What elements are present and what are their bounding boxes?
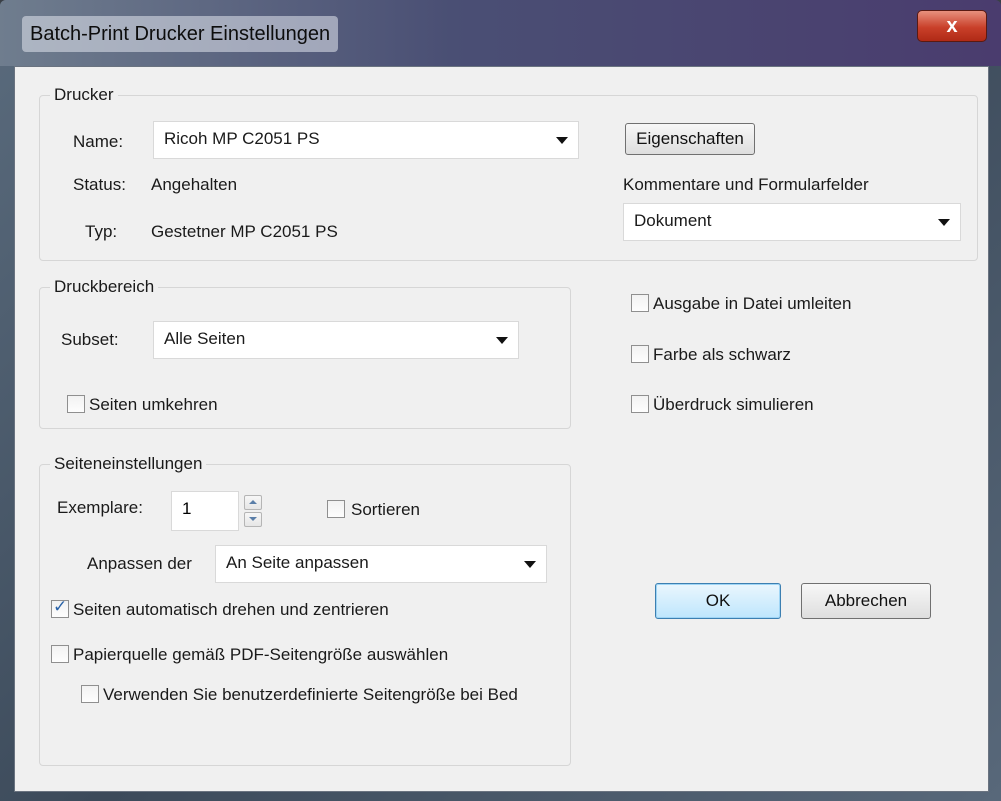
copies-input[interactable]: 1 (171, 491, 239, 531)
chevron-down-icon (938, 219, 950, 226)
auto-rotate-checkbox[interactable]: ✓ (51, 597, 69, 618)
printer-name-select[interactable]: Ricoh MP C2051 PS (153, 121, 579, 159)
redirect-to-file-checkbox[interactable] (631, 294, 649, 312)
reverse-pages-label[interactable]: Seiten umkehren (89, 392, 218, 418)
auto-rotate-label[interactable]: Seiten automatisch drehen und zentrieren (73, 597, 389, 623)
page-scaling-select[interactable]: An Seite anpassen (215, 545, 547, 583)
spin-up-icon (249, 500, 257, 504)
collate-checkbox[interactable] (327, 500, 345, 518)
comments-forms-select[interactable]: Dokument (623, 203, 961, 241)
page-scaling-value: An Seite anpassen (226, 553, 369, 572)
group-title-seiteneinstellungen: Seiteneinstellungen (50, 452, 207, 476)
close-icon: x (946, 15, 958, 37)
title-bar[interactable]: Batch-Print Drucker Einstellungen x (0, 0, 1001, 66)
chevron-down-icon (556, 137, 568, 144)
spin-down-icon (249, 517, 257, 521)
window-title: Batch-Print Drucker Einstellungen (22, 16, 339, 52)
printer-name-value: Ricoh MP C2051 PS (164, 129, 320, 148)
subset-label: Subset: (61, 330, 119, 349)
subset-value: Alle Seiten (164, 329, 246, 348)
group-title-druckbereich: Druckbereich (50, 275, 159, 299)
cancel-button[interactable]: Abbrechen (801, 583, 931, 619)
simulate-overprint-checkbox[interactable] (631, 395, 649, 413)
copies-label: Exemplare: (57, 498, 143, 517)
properties-button[interactable]: Eigenschaften (625, 123, 755, 155)
subset-select[interactable]: Alle Seiten (153, 321, 519, 359)
paper-source-checkbox[interactable] (51, 645, 69, 663)
copies-decrement-button[interactable] (244, 512, 262, 527)
comments-forms-label: Kommentare und Formularfelder (623, 175, 869, 194)
comments-forms-value: Dokument (634, 211, 712, 230)
collate-label[interactable]: Sortieren (351, 497, 420, 523)
group-title-drucker: Drucker (50, 83, 118, 107)
page-scaling-label: Anpassen der (87, 554, 192, 573)
paper-source-label[interactable]: Papierquelle gemäß PDF-Seitengröße auswä… (73, 642, 448, 668)
redirect-to-file-label[interactable]: Ausgabe in Datei umleiten (653, 291, 851, 317)
printer-type-value: Gestetner MP C2051 PS (151, 222, 338, 241)
close-button[interactable]: x (917, 10, 987, 42)
printer-name-label: Name: (73, 132, 124, 151)
custom-page-size-checkbox[interactable] (81, 685, 99, 703)
copies-increment-button[interactable] (244, 495, 262, 510)
ok-button[interactable]: OK (655, 583, 781, 619)
check-icon: ✓ (53, 597, 68, 616)
printer-status-label: Status: (73, 175, 126, 194)
color-as-black-label[interactable]: Farbe als schwarz (653, 342, 791, 368)
chevron-down-icon (496, 337, 508, 344)
custom-page-size-label[interactable]: Verwenden Sie benutzerdefinierte Seiteng… (103, 682, 518, 708)
printer-type-label: Typ: (85, 222, 118, 241)
chevron-down-icon (524, 561, 536, 568)
reverse-pages-checkbox[interactable] (67, 395, 85, 413)
dialog-client-area: Drucker Name: Ricoh MP C2051 PS Eigensch… (14, 66, 989, 792)
color-as-black-checkbox[interactable] (631, 345, 649, 363)
simulate-overprint-label[interactable]: Überdruck simulieren (653, 392, 814, 418)
printer-status-value: Angehalten (151, 175, 238, 194)
dialog-window: Batch-Print Drucker Einstellungen x Druc… (0, 0, 1001, 801)
